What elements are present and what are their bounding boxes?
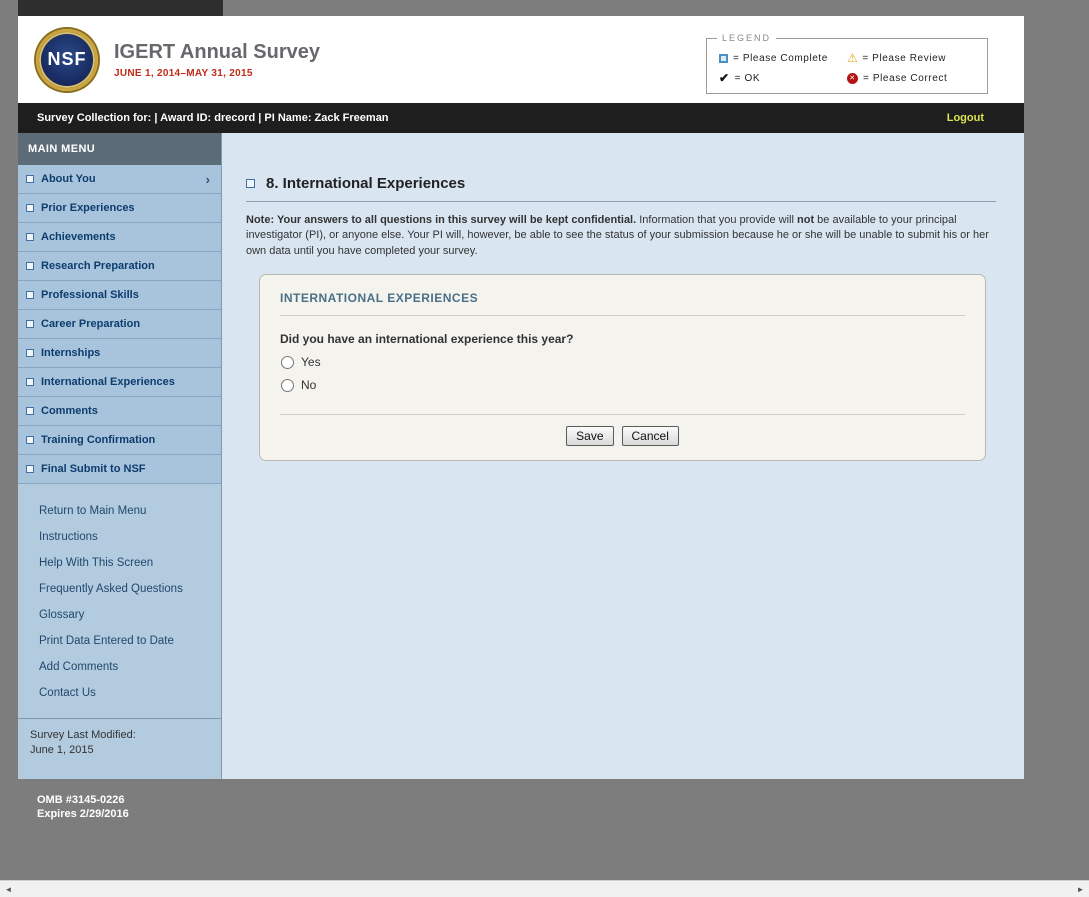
status-checkbox-icon: [26, 378, 34, 386]
option-no-label: No: [301, 378, 316, 392]
horizontal-scrollbar[interactable]: ◄ ►: [0, 880, 1089, 897]
content-row: MAIN MENU About You › Prior Experiences …: [18, 133, 1024, 779]
international-experiences-panel: INTERNATIONAL EXPERIENCES Did you have a…: [259, 274, 986, 461]
chevron-right-icon: ›: [206, 172, 210, 187]
sidebar-item-internships[interactable]: Internships: [18, 339, 221, 368]
yes-radio[interactable]: [281, 356, 294, 369]
option-yes[interactable]: Yes: [280, 355, 965, 369]
survey-last-modified: Survey Last Modified: June 1, 2015: [18, 718, 221, 767]
omb-number: OMB #3145-0226: [37, 793, 129, 807]
sidebar-link-contact-us[interactable]: Contact Us: [18, 680, 221, 706]
legend-item-ok: ✔ = OK: [719, 72, 847, 84]
page-title-row: 8. International Experiences: [246, 175, 996, 192]
please-complete-icon: [719, 54, 728, 63]
note-text: Information that you provide will: [636, 214, 797, 226]
panel-divider: [280, 315, 965, 316]
brand: IGERT Annual Survey JUNE 1, 2014–MAY 31,…: [114, 41, 320, 79]
option-no[interactable]: No: [280, 378, 965, 392]
app-title: IGERT Annual Survey: [114, 41, 320, 64]
status-checkbox-icon: [26, 291, 34, 299]
status-checkbox-icon: [26, 436, 34, 444]
sidebar-link-return-to-main-menu[interactable]: Return to Main Menu: [18, 498, 221, 524]
legend-item-text: = OK: [735, 73, 760, 84]
legend-item-text: = Please Review: [862, 53, 946, 64]
sidebar-item-professional-skills[interactable]: Professional Skills: [18, 281, 221, 310]
sidebar-links: Return to Main Menu Instructions Help Wi…: [18, 484, 221, 706]
sidebar-item-comments[interactable]: Comments: [18, 397, 221, 426]
note-bold-lead: Note: Your answers to all questions in t…: [246, 214, 636, 226]
sidebar-link-instructions[interactable]: Instructions: [18, 524, 221, 550]
survey-collection-info: Survey Collection for: | Award ID: dreco…: [37, 112, 389, 124]
sidebar-item-about-you[interactable]: About You ›: [18, 165, 221, 194]
logout-link[interactable]: Logout: [947, 112, 984, 124]
sidebar-link-add-comments[interactable]: Add Comments: [18, 654, 221, 680]
button-row: Save Cancel: [280, 426, 965, 446]
sidebar-link-print-data[interactable]: Print Data Entered to Date: [18, 628, 221, 654]
sidebar-link-glossary[interactable]: Glossary: [18, 602, 221, 628]
sidebar-item-international-experiences[interactable]: International Experiences: [18, 368, 221, 397]
main-content: 8. International Experiences Note: Your …: [222, 133, 1024, 779]
sidebar-link-help-with-this-screen[interactable]: Help With This Screen: [18, 550, 221, 576]
status-bar: Survey Collection for: | Award ID: dreco…: [18, 103, 1024, 133]
scroll-left-arrow-icon[interactable]: ◄: [0, 885, 17, 894]
page: NSF IGERT Annual Survey JUNE 1, 2014–MAY…: [18, 16, 1024, 779]
sidebar-item-research-preparation[interactable]: Research Preparation: [18, 252, 221, 281]
cancel-button[interactable]: Cancel: [622, 426, 679, 446]
omb-footer: OMB #3145-0226 Expires 2/29/2016: [37, 793, 129, 822]
please-correct-icon: ✕: [847, 73, 858, 84]
panel-title: INTERNATIONAL EXPERIENCES: [280, 291, 965, 305]
confidentiality-note: Note: Your answers to all questions in t…: [246, 213, 991, 259]
sidebar-item-achievements[interactable]: Achievements: [18, 223, 221, 252]
title-divider: [246, 201, 996, 202]
status-checkbox-icon: [26, 233, 34, 241]
header: NSF IGERT Annual Survey JUNE 1, 2014–MAY…: [18, 16, 1024, 103]
survey-last-modified-label: Survey Last Modified:: [30, 728, 209, 743]
sidebar-item-final-submit-to-nsf[interactable]: Final Submit to NSF: [18, 455, 221, 484]
question-text: Did you have an international experience…: [280, 332, 965, 346]
status-checkbox-icon: [26, 175, 34, 183]
legend: LEGEND = Please Complete ⚠ = Please Revi…: [706, 38, 988, 94]
status-checkbox-icon: [26, 320, 34, 328]
nsf-logo: NSF: [36, 29, 98, 91]
page-title: 8. International Experiences: [266, 175, 465, 192]
ok-icon: ✔: [719, 72, 730, 84]
status-checkbox-icon: [26, 204, 34, 212]
panel-divider: [280, 414, 965, 415]
status-checkbox-icon: [26, 349, 34, 357]
nsf-logo-text: NSF: [48, 49, 87, 70]
status-checkbox-icon: [26, 465, 34, 473]
omb-expires: Expires 2/29/2016: [37, 807, 129, 821]
no-radio[interactable]: [281, 379, 294, 392]
save-button[interactable]: Save: [566, 426, 613, 446]
legend-item-text: = Please Complete: [733, 53, 828, 64]
survey-last-modified-date: June 1, 2015: [30, 743, 209, 758]
main-menu-header: MAIN MENU: [18, 133, 221, 165]
legend-grid: = Please Complete ⚠ = Please Review ✔ = …: [719, 52, 975, 84]
sidebar-item-prior-experiences[interactable]: Prior Experiences: [18, 194, 221, 223]
scroll-right-arrow-icon[interactable]: ►: [1072, 885, 1089, 894]
legend-item-please-review: ⚠ = Please Review: [847, 52, 975, 64]
sidebar-item-training-confirmation[interactable]: Training Confirmation: [18, 426, 221, 455]
survey-period: JUNE 1, 2014–MAY 31, 2015: [114, 68, 320, 79]
status-checkbox-icon: [246, 179, 255, 188]
legend-item-text: = Please Correct: [863, 73, 947, 84]
sidebar: MAIN MENU About You › Prior Experiences …: [18, 133, 222, 779]
status-checkbox-icon: [26, 262, 34, 270]
browser-top-strip: [18, 0, 223, 16]
option-yes-label: Yes: [301, 355, 321, 369]
status-checkbox-icon: [26, 407, 34, 415]
sidebar-item-career-preparation[interactable]: Career Preparation: [18, 310, 221, 339]
sidebar-link-faq[interactable]: Frequently Asked Questions: [18, 576, 221, 602]
note-bold-not: not: [797, 214, 814, 226]
legend-item-please-correct: ✕ = Please Correct: [847, 72, 975, 84]
legend-item-please-complete: = Please Complete: [719, 52, 847, 64]
please-review-icon: ⚠: [847, 52, 858, 64]
legend-label: LEGEND: [717, 33, 776, 43]
